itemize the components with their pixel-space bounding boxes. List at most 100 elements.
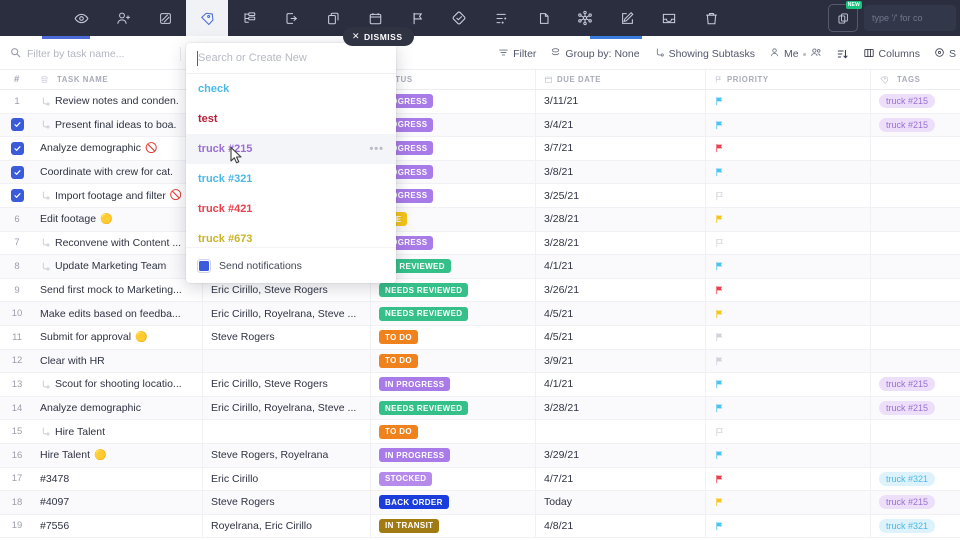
- due-date-cell[interactable]: 3/28/21: [536, 207, 706, 231]
- tag-option[interactable]: truck #215 •••: [186, 134, 396, 164]
- table-row[interactable]: 18 #4097 Steve Rogers BACK ORDER Today truck …: [0, 491, 960, 515]
- tag-option-menu-icon[interactable]: •••: [369, 143, 384, 155]
- assign-user-icon[interactable]: [102, 0, 144, 36]
- table-row[interactable]: 10 Make edits based on feedba... Eric Ciri…: [0, 302, 960, 326]
- me-filter-button[interactable]: Me: [769, 47, 822, 61]
- tags-cell[interactable]: truck #215: [871, 90, 960, 113]
- assignee-cell[interactable]: Eric Cirillo: [203, 467, 371, 491]
- due-date-cell[interactable]: 4/8/21: [536, 514, 706, 538]
- tags-cell[interactable]: truck #215: [871, 114, 960, 137]
- row-checkbox[interactable]: [0, 141, 34, 155]
- tag-option[interactable]: check: [186, 74, 396, 104]
- row-checkbox[interactable]: [0, 118, 34, 132]
- tags-cell[interactable]: [871, 350, 960, 373]
- row-checkbox[interactable]: [0, 165, 34, 179]
- assignee-cell[interactable]: Eric Cirillo, Royelrana, Steve ...: [203, 396, 371, 420]
- table-row[interactable]: 11 Submit for approval 🟡 Steve Rogers TO DO 4…: [0, 325, 960, 350]
- due-date-cell[interactable]: 4/1/21: [536, 255, 706, 278]
- copy-icon[interactable]: [522, 0, 564, 36]
- task-name-cell[interactable]: Reconvene with Content ...: [34, 231, 203, 255]
- table-row[interactable]: 1 Review notes and conden. ROGRESS 3/11/21 t…: [0, 90, 960, 114]
- table-row[interactable]: 7 Reconvene with Content ... ROGRESS 3/28/2…: [0, 231, 960, 256]
- assignee-cell[interactable]: Steve Rogers, Royelrana: [203, 443, 371, 467]
- due-date-cell[interactable]: 4/5/21: [536, 325, 706, 349]
- tags-cell[interactable]: truck #321: [871, 515, 960, 538]
- tags-cell[interactable]: [871, 302, 960, 325]
- sort-icon[interactable]: [480, 0, 522, 36]
- due-date-cell[interactable]: 3/7/21: [536, 137, 706, 160]
- showing-subtasks-button[interactable]: Showing Subtasks: [654, 47, 755, 61]
- status-cell[interactable]: IN TRANSIT: [371, 514, 536, 538]
- tags-cell[interactable]: [871, 184, 960, 207]
- priority-cell[interactable]: [706, 302, 871, 325]
- dismiss-tooltip[interactable]: ✕ DISMISS: [343, 27, 414, 46]
- table-row[interactable]: 16 Hire Talent 🟡 Steve Rogers, Royelrana IN …: [0, 443, 960, 468]
- due-date-cell[interactable]: 3/26/21: [536, 278, 706, 302]
- task-name-cell[interactable]: Hire Talent: [34, 420, 203, 443]
- due-date-cell[interactable]: 4/7/21: [536, 467, 706, 491]
- task-name-cell[interactable]: Analyze demographic 🚫: [34, 137, 203, 160]
- tag-option[interactable]: truck #321: [186, 164, 396, 194]
- task-name-cell[interactable]: Send first mock to Marketing...: [34, 278, 203, 302]
- table-row[interactable]: 8 Update Marketing Team DS REVIEWED 4/1/21: [0, 255, 960, 279]
- tags-cell[interactable]: [871, 208, 960, 231]
- tags-cell[interactable]: [871, 420, 960, 443]
- priority-cell[interactable]: [706, 184, 871, 207]
- task-name-cell[interactable]: Hire Talent 🟡: [34, 443, 203, 467]
- status-cell[interactable]: IN PROGRESS: [371, 443, 536, 467]
- priority-cell[interactable]: [706, 207, 871, 231]
- send-notifications-checkbox[interactable]: [197, 258, 211, 273]
- task-name-cell[interactable]: #7556: [34, 514, 203, 538]
- tag-chip[interactable]: truck #321: [879, 471, 936, 486]
- tag-chip[interactable]: truck #321: [879, 518, 936, 533]
- subtask-icon[interactable]: [228, 0, 270, 36]
- table-row[interactable]: Coordinate with crew for cat. ROGRESS 3/8/…: [0, 160, 960, 185]
- due-date-cell[interactable]: 3/25/21: [536, 184, 706, 207]
- tags-cell[interactable]: [871, 326, 960, 349]
- task-name-cell[interactable]: Edit footage 🟡: [34, 207, 203, 231]
- task-name-cell[interactable]: Import footage and filter 🚫: [34, 184, 203, 207]
- status-cell[interactable]: IN PROGRESS: [371, 373, 536, 396]
- tag-option[interactable]: truck #421: [186, 194, 396, 224]
- due-date-cell[interactable]: 3/28/21: [536, 396, 706, 420]
- assignee-cell[interactable]: Royelrana, Eric Cirillo: [203, 514, 371, 538]
- priority-cell[interactable]: [706, 325, 871, 349]
- status-cell[interactable]: NEEDS REVIEWED: [371, 302, 536, 325]
- move-icon[interactable]: [270, 0, 312, 36]
- task-name-cell[interactable]: Update Marketing Team: [34, 255, 203, 278]
- priority-cell[interactable]: [706, 373, 871, 396]
- tags-cell[interactable]: truck #215: [871, 397, 960, 420]
- task-name-cell[interactable]: Scout for shooting locatio...: [34, 373, 203, 396]
- priority-cell[interactable]: [706, 420, 871, 443]
- check-diamond-icon[interactable]: [438, 0, 480, 36]
- priority-cell[interactable]: [706, 113, 871, 137]
- table-row[interactable]: 12 Clear with HR TO DO 3/9/21: [0, 349, 960, 374]
- status-cell[interactable]: TO DO: [371, 325, 536, 349]
- trash-icon[interactable]: [690, 0, 732, 36]
- status-icon[interactable]: [144, 0, 186, 36]
- table-row[interactable]: 13 Scout for shooting locatio... Eric Ciri…: [0, 373, 960, 397]
- task-name-cell[interactable]: Analyze demographic: [34, 396, 203, 420]
- settings-button[interactable]: S: [934, 47, 956, 61]
- tag-chip[interactable]: truck #215: [879, 377, 936, 392]
- priority-cell[interactable]: [706, 349, 871, 373]
- due-date-cell[interactable]: 3/9/21: [536, 349, 706, 373]
- tags-cell[interactable]: [871, 232, 960, 255]
- table-row[interactable]: 9 Send first mock to Marketing... Eric Cir…: [0, 278, 960, 303]
- sort-button[interactable]: [836, 48, 849, 60]
- due-date-cell[interactable]: 3/4/21: [536, 113, 706, 137]
- tags-cell[interactable]: truck #321: [871, 468, 960, 491]
- priority-cell[interactable]: [706, 255, 871, 278]
- send-notifications-row[interactable]: Send notifications: [186, 247, 396, 283]
- task-name-cell[interactable]: Submit for approval 🟡: [34, 325, 203, 349]
- task-name-cell[interactable]: #4097: [34, 491, 203, 514]
- tag-chip[interactable]: truck #215: [879, 94, 936, 109]
- columns-button[interactable]: Columns: [863, 47, 920, 62]
- status-cell[interactable]: BACK ORDER: [371, 491, 536, 514]
- table-row[interactable]: Analyze demographic 🚫 ROGRESS 3/7/21: [0, 137, 960, 161]
- task-filter-input[interactable]: Filter by task name...: [0, 47, 180, 61]
- tags-cell[interactable]: [871, 137, 960, 160]
- task-name-cell[interactable]: Present final ideas to boa.: [34, 113, 203, 137]
- tags-cell[interactable]: truck #215: [871, 373, 960, 396]
- priority-cell[interactable]: [706, 514, 871, 538]
